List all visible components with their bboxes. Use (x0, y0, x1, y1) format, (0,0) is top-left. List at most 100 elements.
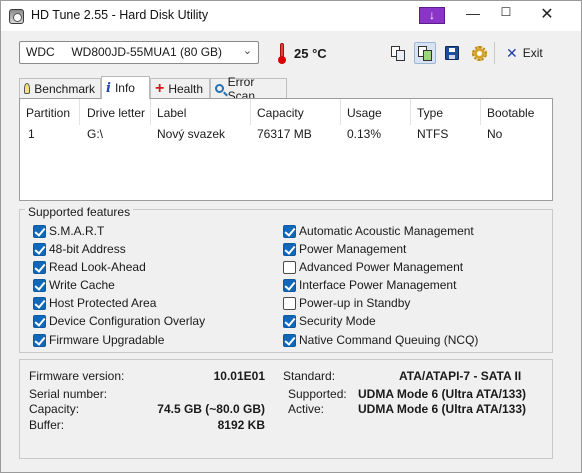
feature-power-up-in-standby[interactable]: Power-up in Standby (283, 295, 410, 311)
options-icon (471, 45, 487, 61)
feature-label: Interface Power Management (299, 278, 457, 292)
active-value: UDMA Mode 6 (Ultra ATA/133) (358, 402, 527, 416)
column-header-type[interactable]: Type (411, 99, 481, 125)
feature-host-protected-area[interactable]: Host Protected Area (33, 295, 156, 311)
copy-text-button[interactable] (387, 42, 409, 64)
partition-table[interactable]: Partition Drive letter Label Capacity Us… (19, 98, 553, 201)
feature-label: Write Cache (49, 278, 115, 292)
supported-features-title: Supported features (25, 205, 134, 219)
feature-label: Firmware Upgradable (49, 333, 165, 347)
bulb-icon (24, 83, 31, 94)
maximize-button[interactable]: ☐ (494, 5, 518, 27)
checkbox-checked[interactable] (33, 333, 46, 347)
checkbox-checked[interactable] (283, 242, 296, 256)
capacity-value: 74.5 GB (~80.0 GB) (157, 402, 265, 416)
tab-info[interactable]: i Info (101, 76, 150, 99)
title-bar: HD Tune 2.55 - Hard Disk Utility ↓ — ☐ ✕ (1, 1, 581, 31)
column-header-bootable[interactable]: Bootable (481, 99, 553, 125)
copy-screenshot-icon (418, 45, 432, 61)
cell-partition: 1 (28, 127, 35, 141)
checkbox-checked[interactable] (283, 314, 296, 328)
column-header-capacity[interactable]: Capacity (251, 99, 341, 125)
supported-value: UDMA Mode 6 (Ultra ATA/133) (358, 387, 527, 401)
checkbox-checked[interactable] (33, 224, 46, 238)
copy-screenshot-button[interactable] (414, 42, 436, 64)
feature-label: Advanced Power Management (299, 260, 464, 274)
feature-label: Automatic Acoustic Management (299, 224, 474, 238)
cell-usage: 0.13% (347, 127, 382, 141)
column-header-usage[interactable]: Usage (341, 99, 411, 125)
drive-select[interactable]: WDC WD800JD-55MUA1 (80 GB) ⌄ (19, 41, 259, 64)
column-header-label[interactable]: Label (151, 99, 251, 125)
feature-label: Native Command Queuing (NCQ) (299, 333, 479, 347)
feature-write-cache[interactable]: Write Cache (33, 277, 115, 293)
hd-tune-app-icon (9, 9, 24, 24)
feature-firmware-upgradable[interactable]: Firmware Upgradable (33, 332, 164, 348)
feature-label: Power-up in Standby (299, 296, 411, 310)
exit-button[interactable]: ✕ Exit (506, 43, 543, 63)
feature-48bit-address[interactable]: 48-bit Address (33, 241, 126, 257)
tab-health[interactable]: + Health (150, 78, 210, 98)
save-icon (445, 46, 459, 60)
minimize-button[interactable]: — (461, 5, 485, 27)
feature-read-look-ahead[interactable]: Read Look-Ahead (33, 259, 146, 275)
thermometer-icon (278, 43, 286, 65)
health-cross-icon: + (155, 79, 165, 97)
exit-label: Exit (522, 46, 543, 60)
temperature-readout: 25 °C (294, 46, 327, 61)
buffer-label: Buffer: (29, 418, 65, 432)
checkbox-checked[interactable] (33, 278, 46, 292)
feature-power-management[interactable]: Power Management (283, 241, 406, 257)
tab-error-scan[interactable]: Error Scan (210, 75, 287, 103)
checkbox-checked[interactable] (283, 224, 296, 238)
cell-label: Nový svazek (157, 127, 226, 141)
standard-value: ATA/ATAPI-7 - SATA II (399, 369, 522, 383)
copy-text-icon (391, 45, 405, 61)
feature-native-command-queuing[interactable]: Native Command Queuing (NCQ) (283, 332, 478, 348)
firmware-label: Firmware version: (29, 369, 125, 383)
feature-security-mode[interactable]: Security Mode (283, 313, 376, 329)
checkbox-checked[interactable] (33, 314, 46, 328)
feature-label: Read Look-Ahead (49, 260, 146, 274)
checkbox-checked[interactable] (283, 333, 296, 347)
feature-label: S.M.A.R.T (49, 224, 105, 238)
checkbox-unchecked[interactable] (283, 260, 296, 274)
window-title: HD Tune 2.55 - Hard Disk Utility (31, 8, 209, 22)
feature-label: 48-bit Address (49, 242, 126, 256)
checkbox-checked[interactable] (33, 242, 46, 256)
cell-type: NTFS (417, 127, 449, 141)
magnifier-icon (215, 84, 224, 93)
feature-interface-power-management[interactable]: Interface Power Management (283, 277, 456, 293)
toolbar-divider (494, 42, 495, 64)
checkbox-checked[interactable] (33, 260, 46, 274)
checkbox-unchecked[interactable] (283, 296, 296, 310)
feature-automatic-acoustic-management[interactable]: Automatic Acoustic Management (283, 223, 474, 239)
save-button[interactable] (441, 42, 463, 64)
drive-select-value: WDC WD800JD-55MUA1 (80 GB) (26, 45, 223, 59)
supported-label: Supported: (288, 387, 347, 401)
feature-label: Power Management (299, 242, 407, 256)
checkbox-checked[interactable] (33, 296, 46, 310)
tab-info-label: Info (114, 81, 135, 95)
standard-label: Standard: (283, 369, 336, 383)
download-arrow-icon[interactable]: ↓ (419, 7, 445, 24)
close-button[interactable]: ✕ (533, 4, 561, 26)
active-label: Active: (288, 402, 325, 416)
column-header-partition[interactable]: Partition (20, 99, 80, 125)
app-window: HD Tune 2.55 - Hard Disk Utility ↓ — ☐ ✕… (0, 0, 582, 473)
feature-device-configuration-overlay[interactable]: Device Configuration Overlay (33, 313, 205, 329)
feature-advanced-power-management[interactable]: Advanced Power Management (283, 259, 463, 275)
column-header-drive-letter[interactable]: Drive letter (81, 99, 151, 125)
buffer-value: 8192 KB (217, 418, 265, 432)
cell-capacity: 76317 MB (257, 127, 312, 141)
tab-health-label: Health (168, 81, 204, 96)
chevron-down-icon: ⌄ (242, 45, 252, 57)
capacity-label: Capacity: (29, 402, 80, 416)
feature-label: Security Mode (299, 314, 376, 328)
tab-benchmark[interactable]: Benchmark (19, 78, 101, 98)
firmware-value: 10.01E01 (213, 369, 265, 383)
options-button[interactable] (468, 42, 490, 64)
checkbox-checked[interactable] (283, 278, 296, 292)
feature-smart[interactable]: S.M.A.R.T (33, 223, 104, 239)
exit-icon: ✕ (506, 44, 518, 61)
